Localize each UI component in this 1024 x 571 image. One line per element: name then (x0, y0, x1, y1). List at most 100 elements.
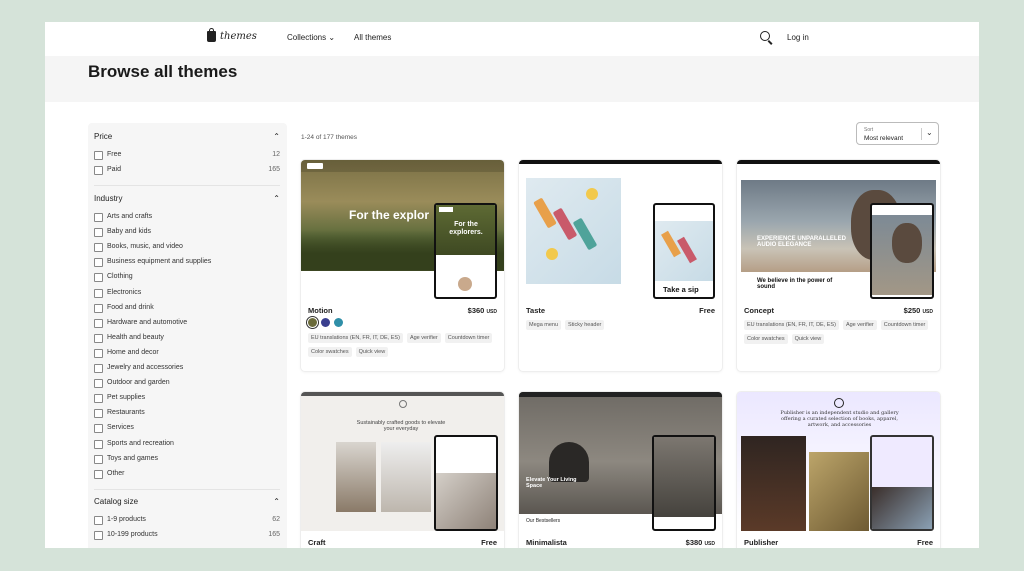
person-silhouette (892, 223, 922, 263)
theme-preview-image[interactable]: Elevate Your Living Space Our Bestseller… (519, 392, 722, 531)
price-value: $360 (467, 306, 485, 315)
sort-dropdown[interactable]: Sort Most relevant ⌄ (856, 122, 939, 145)
checkbox[interactable] (94, 348, 103, 358)
filter-option-industry[interactable]: Arts and crafts (94, 213, 280, 223)
theme-name[interactable]: Publisher (744, 538, 778, 547)
checkbox[interactable] (94, 454, 103, 464)
theme-card-concept[interactable]: EXPERIENCE UNPARALLELED AUDIO ELEGANCE W… (737, 160, 940, 371)
theme-card-minimalista[interactable]: Elevate Your Living Space Our Bestseller… (519, 392, 722, 548)
filter-option-industry[interactable]: Home and decor (94, 348, 280, 359)
checkbox[interactable] (94, 258, 103, 268)
checkbox[interactable] (94, 151, 103, 160)
theme-name[interactable]: Taste (526, 306, 545, 315)
filter-option-industry[interactable]: Food and drink (94, 303, 280, 314)
checkbox[interactable] (94, 394, 103, 404)
theme-price: $250 USD (904, 306, 933, 315)
filter-option-free[interactable]: Free 12 (94, 151, 280, 161)
option-label: Home and decor (107, 348, 159, 356)
option-label: Toys and games (107, 454, 158, 462)
checkbox[interactable] (94, 213, 103, 222)
option-count: 165 (268, 166, 280, 173)
filter-option-industry[interactable]: Other (94, 469, 280, 480)
option-label: Health and beauty (107, 333, 164, 341)
theme-preview-image[interactable]: For the explor For the explorers. (301, 160, 504, 299)
filter-option-industry[interactable]: Toys and games (94, 454, 280, 465)
filter-option-paid[interactable]: Paid 165 (94, 166, 280, 176)
checkbox[interactable] (94, 531, 103, 540)
theme-preview-image[interactable]: EXPERIENCE UNPARALLELED AUDIO ELEGANCE W… (737, 160, 940, 299)
filter-option-industry[interactable]: Services (94, 424, 280, 434)
filter-option-industry[interactable]: Pet supplies (94, 394, 280, 404)
color-swatch[interactable] (321, 318, 330, 327)
theme-preview-image[interactable]: Take a sip (519, 160, 722, 299)
checkbox[interactable] (94, 516, 103, 525)
theme-preview-image[interactable]: Sustainably crafted goods to elevate you… (301, 392, 504, 531)
preview-announcement-bar (301, 392, 504, 396)
checkbox[interactable] (94, 303, 103, 313)
checkbox[interactable] (94, 318, 103, 328)
preview-product-image (336, 442, 376, 512)
checkbox[interactable] (94, 288, 103, 298)
preview-product-image (381, 442, 431, 512)
color-swatch[interactable] (334, 318, 343, 327)
preview-headline: For the explor (349, 208, 430, 222)
phone-hero (655, 221, 713, 281)
filter-option-industry[interactable]: Outdoor and garden (94, 379, 280, 389)
divider (94, 489, 280, 490)
theme-preview-image[interactable]: Publisher is an independent studio and g… (737, 392, 940, 531)
filter-option-industry[interactable]: Electronics (94, 288, 280, 299)
feature-tag: Color swatches (744, 334, 788, 344)
filter-option-10-199-products[interactable]: 10-199 products 165 (94, 531, 280, 541)
filter-catalog-size-toggle[interactable]: Catalog size ⌃ (94, 497, 280, 506)
checkbox[interactable] (94, 379, 103, 389)
checkbox[interactable] (94, 469, 103, 479)
color-swatch[interactable] (308, 318, 317, 327)
option-label: Other (107, 469, 125, 477)
theme-name[interactable]: Concept (744, 306, 774, 315)
phone-avatar (458, 277, 472, 291)
checkbox[interactable] (94, 409, 103, 419)
theme-card-craft[interactable]: Sustainably crafted goods to elevate you… (301, 392, 504, 548)
filter-option-industry[interactable]: Business equipment and supplies (94, 258, 280, 268)
themes-logo[interactable]: themes (207, 28, 257, 42)
sort-label: Sort (864, 127, 874, 133)
filter-price-toggle[interactable]: Price ⌃ (94, 132, 280, 141)
checkbox[interactable] (94, 333, 103, 343)
nav-all-themes[interactable]: All themes (354, 33, 391, 42)
preview-announcement-bar (519, 392, 722, 397)
price-currency: USD (922, 309, 933, 315)
filter-industry-toggle[interactable]: Industry ⌃ (94, 194, 280, 203)
checkbox[interactable] (94, 243, 103, 253)
filter-option-industry[interactable]: Restaurants (94, 409, 280, 419)
preview-phone-mockup (870, 203, 934, 299)
theme-name[interactable]: Craft (308, 538, 326, 547)
filter-option-industry[interactable]: Sports and recreation (94, 439, 280, 450)
theme-name[interactable]: Minimalista (526, 538, 567, 547)
filter-option-industry[interactable]: Health and beauty (94, 333, 280, 344)
checkbox[interactable] (94, 273, 103, 283)
theme-card-publisher[interactable]: Publisher is an independent studio and g… (737, 392, 940, 548)
phone-headline: Take a sip (663, 285, 699, 294)
theme-card-motion[interactable]: For the explor For the explorers. Motion… (301, 160, 504, 371)
chevron-up-icon: ⌃ (273, 497, 280, 506)
filter-option-industry[interactable]: Jewelry and accessories (94, 364, 280, 374)
theme-name[interactable]: Motion (308, 306, 333, 315)
preview-footer-text: Our Bestsellers (526, 518, 561, 524)
filter-option-industry[interactable]: Books, music, and video (94, 243, 280, 253)
feature-tag: Countdown timer (880, 320, 929, 330)
login-link[interactable]: Log in (787, 33, 809, 42)
filter-option-1-9-products[interactable]: 1-9 products 62 (94, 516, 280, 526)
filter-option-industry[interactable]: Baby and kids (94, 228, 280, 238)
search-icon[interactable] (760, 31, 770, 41)
theme-card-taste[interactable]: Take a sip Taste Free Mega menu Sticky h… (519, 160, 722, 371)
checkbox[interactable] (94, 424, 103, 434)
checkbox[interactable] (94, 364, 103, 373)
checkbox[interactable] (94, 166, 103, 175)
checkbox[interactable] (94, 228, 103, 238)
checkbox[interactable] (94, 439, 103, 449)
phone-headline: For the explorers. (449, 221, 483, 236)
filter-option-industry[interactable]: Hardware and automotive (94, 318, 280, 329)
filter-option-industry[interactable]: Clothing (94, 273, 280, 283)
price-currency: USD (704, 541, 715, 547)
nav-collections[interactable]: Collections ⌄ (287, 33, 335, 42)
